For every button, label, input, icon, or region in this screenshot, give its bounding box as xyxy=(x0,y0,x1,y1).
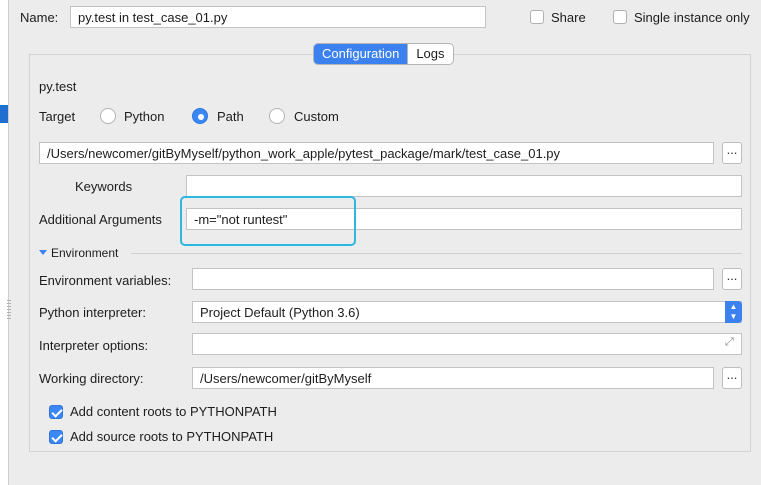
chevron-down-icon[interactable] xyxy=(39,250,47,255)
target-python-radio[interactable] xyxy=(100,108,116,124)
share-checkbox[interactable] xyxy=(530,10,544,24)
splitter-grip[interactable] xyxy=(7,300,11,320)
name-label: Name: xyxy=(20,10,59,25)
single-instance-checkbox[interactable] xyxy=(613,10,627,24)
env-vars-input[interactable] xyxy=(192,268,714,290)
env-vars-label: Environment variables: xyxy=(39,273,172,288)
target-python-label: Python xyxy=(124,109,165,124)
target-custom-label: Custom xyxy=(294,109,339,124)
source-roots-label: Add source roots to PYTHONPATH xyxy=(70,429,274,444)
tab-configuration[interactable]: Configuration xyxy=(314,44,408,64)
keywords-input[interactable] xyxy=(186,175,742,197)
content-roots-checkbox[interactable] xyxy=(49,405,63,419)
working-dir-browse-button[interactable]: ... xyxy=(722,367,742,389)
interpreter-select[interactable]: Project Default (Python 3.6) ▲ ▼ xyxy=(192,301,742,323)
tab-bar: Configuration Logs xyxy=(313,43,454,65)
share-label: Share xyxy=(551,10,586,25)
keywords-label: Keywords xyxy=(75,179,133,194)
target-custom-radio[interactable] xyxy=(269,108,285,124)
interp-options-label: Interpreter options: xyxy=(39,338,149,353)
select-arrows-icon[interactable]: ▲ ▼ xyxy=(725,301,742,323)
interpreter-label: Python interpreter: xyxy=(39,305,146,320)
working-dir-label: Working directory: xyxy=(39,371,144,386)
path-input[interactable]: /Users/newcomer/gitByMyself/python_work_… xyxy=(39,142,714,164)
working-dir-input[interactable]: /Users/newcomer/gitByMyself xyxy=(192,367,714,389)
target-label: Target xyxy=(39,109,76,124)
section-title: py.test xyxy=(39,79,77,94)
env-vars-browse-button[interactable]: ... xyxy=(722,268,742,290)
name-input[interactable]: py.test in test_case_01.py xyxy=(70,6,486,28)
interp-options-input[interactable] xyxy=(192,333,742,355)
left-sidebar-selection[interactable] xyxy=(0,105,8,123)
left-sidebar xyxy=(0,0,9,485)
highlight-box xyxy=(180,196,356,246)
target-path-label: Path xyxy=(217,109,244,124)
expand-icon[interactable]: ⤢ xyxy=(725,336,734,349)
content-roots-label: Add content roots to PYTHONPATH xyxy=(70,404,277,419)
single-instance-label: Single instance only xyxy=(634,10,750,25)
environment-divider xyxy=(131,253,742,254)
path-browse-button[interactable]: ... xyxy=(722,142,742,164)
source-roots-checkbox[interactable] xyxy=(49,430,63,444)
environment-section-title[interactable]: Environment xyxy=(51,246,118,260)
additional-args-label: Additional Arguments xyxy=(39,212,162,227)
target-path-radio[interactable] xyxy=(192,108,208,124)
tab-logs[interactable]: Logs xyxy=(407,44,452,64)
interpreter-value: Project Default (Python 3.6) xyxy=(200,305,360,320)
